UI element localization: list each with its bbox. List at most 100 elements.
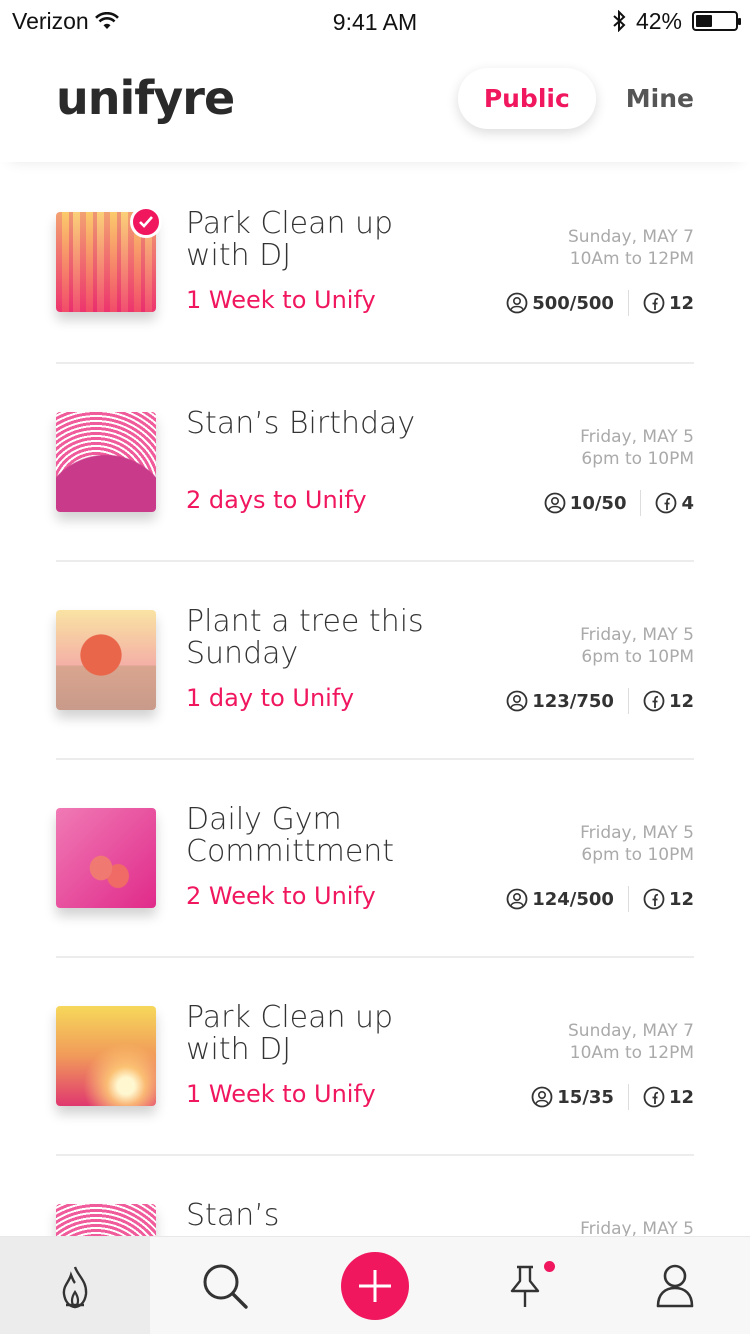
event-countdown: 2 days to Unify xyxy=(186,486,367,514)
facebook-icon xyxy=(643,292,665,314)
event-hours: 6pm to 10PM xyxy=(581,647,694,667)
profile-icon xyxy=(656,1264,694,1307)
battery-level xyxy=(696,15,712,27)
event-title: Park Clean up with DJ xyxy=(186,206,394,273)
feed-toggle: Public Mine xyxy=(457,67,694,129)
stat-divider xyxy=(627,886,629,912)
event-schedule: Friday, MAY 5 6pm to 10PM xyxy=(580,426,694,470)
event-countdown: 2 Week to Unify xyxy=(186,882,376,910)
share-stat: 12 xyxy=(643,292,694,314)
event-schedule: Friday, MAY 5 6pm to 10PM xyxy=(580,822,694,866)
event-stats: 500/500 12 xyxy=(506,290,694,316)
event-title: Park Clean up with DJ xyxy=(186,1000,394,1067)
share-count: 12 xyxy=(668,690,694,712)
attendee-count: 10/50 xyxy=(569,492,627,514)
tab-pinned[interactable] xyxy=(450,1237,600,1334)
event-schedule: Sunday, MAY 7 10Am to 12PM xyxy=(568,226,694,270)
checkmark-icon xyxy=(130,206,162,238)
app-logo: unifyre xyxy=(56,71,235,125)
event-thumbnail xyxy=(56,1006,156,1106)
share-count: 12 xyxy=(668,888,694,910)
event-day: Friday, MAY 5 xyxy=(580,1219,694,1236)
tab-profile[interactable] xyxy=(600,1237,750,1334)
tab-public[interactable]: Public xyxy=(457,67,596,129)
battery-icon xyxy=(692,11,741,31)
event-card[interactable]: Plant a tree this Sunday 1 day to Unify Fr… xyxy=(56,562,694,760)
event-hours: 6pm to 10PM xyxy=(581,449,694,469)
event-day: Friday, MAY 5 xyxy=(580,427,694,447)
share-count: 12 xyxy=(668,292,694,314)
event-list: Park Clean up with DJ 1 Week to Unify Sund… xyxy=(0,164,750,1236)
event-title: Daily Gym Committment xyxy=(186,802,395,869)
attendee-stat: 15/35 xyxy=(531,1086,614,1108)
share-count: 4 xyxy=(681,492,694,514)
event-countdown: 1 Week to Unify xyxy=(186,286,376,314)
stat-divider xyxy=(627,290,629,316)
attendee-stat: 123/750 xyxy=(506,690,614,712)
facebook-icon xyxy=(643,1086,665,1108)
event-card[interactable]: Park Clean up with DJ 1 Week to Unify Sund… xyxy=(56,164,694,364)
bottom-tab-bar xyxy=(0,1236,750,1334)
event-card[interactable]: Stan’s Birthday 2 days to Unify Friday, MA… xyxy=(56,364,694,562)
share-stat: 12 xyxy=(643,888,694,910)
event-thumbnail xyxy=(56,1204,156,1236)
event-day: Friday, MAY 5 xyxy=(580,823,694,843)
event-card[interactable]: Park Clean up with DJ 1 Week to Unify Sund… xyxy=(56,958,694,1156)
add-icon xyxy=(359,1269,391,1302)
event-schedule: Sunday, MAY 7 10Am to 12PM xyxy=(568,1020,694,1064)
attendee-count: 500/500 xyxy=(532,292,614,314)
event-title: Stan’s Birthday xyxy=(186,406,416,441)
tab-feed[interactable] xyxy=(0,1237,150,1334)
add-event-button[interactable] xyxy=(341,1251,409,1320)
attendee-count: 124/500 xyxy=(532,888,614,910)
event-thumbnail xyxy=(56,610,156,710)
flame-icon xyxy=(62,1266,88,1308)
stat-divider xyxy=(640,490,642,516)
people-icon xyxy=(531,1086,553,1108)
stat-divider xyxy=(627,1084,629,1110)
status-time: 9:41 AM xyxy=(332,9,418,35)
people-icon xyxy=(506,888,528,910)
facebook-icon xyxy=(643,888,665,910)
event-title: Stan’s xyxy=(186,1198,280,1233)
tab-add[interactable] xyxy=(300,1237,450,1334)
event-stats: 124/500 12 xyxy=(506,886,694,912)
event-schedule: Friday, MAY 5 6pm to 10PM xyxy=(580,624,694,668)
facebook-icon xyxy=(656,492,677,514)
share-stat: 4 xyxy=(655,492,694,514)
event-countdown: 1 day to Unify xyxy=(186,684,355,712)
event-day: Friday, MAY 5 xyxy=(580,625,694,645)
share-stat: 12 xyxy=(643,690,694,712)
event-card[interactable]: Daily Gym Committment 2 Week to Unify Frid… xyxy=(56,760,694,958)
event-hours: 10Am to 12PM xyxy=(569,249,694,269)
event-stats: 123/750 12 xyxy=(506,688,694,714)
people-icon xyxy=(544,492,566,514)
people-icon xyxy=(506,292,528,314)
attendee-stat: 10/50 xyxy=(544,492,627,514)
attendee-count: 123/750 xyxy=(532,690,614,712)
share-stat: 12 xyxy=(643,1086,694,1108)
event-stats: 15/35 12 xyxy=(531,1084,694,1110)
attendee-stat: 124/500 xyxy=(506,888,614,910)
event-card[interactable]: Stan’s Friday, MAY 5 xyxy=(56,1156,694,1236)
event-schedule: Friday, MAY 5 xyxy=(580,1218,694,1236)
app-header: unifyre Public Mine xyxy=(0,42,750,162)
search-icon xyxy=(203,1264,248,1309)
pin-icon xyxy=(510,1265,540,1307)
event-thumbnail xyxy=(56,412,156,512)
event-thumbnail xyxy=(56,808,156,908)
tab-search[interactable] xyxy=(150,1237,300,1334)
attendee-stat: 500/500 xyxy=(506,292,614,314)
tab-mine[interactable]: Mine xyxy=(626,68,694,129)
event-hours: 10Am to 12PM xyxy=(569,1043,694,1063)
facebook-icon xyxy=(643,690,665,712)
notification-dot xyxy=(544,1261,555,1272)
status-bar: Verizon 9:41 AM 42% xyxy=(0,0,750,42)
event-title: Plant a tree this Sunday xyxy=(186,604,424,671)
event-countdown: 1 Week to Unify xyxy=(186,1080,376,1108)
event-stats: 10/50 4 xyxy=(544,490,694,516)
event-hours: 6pm to 10PM xyxy=(581,845,694,865)
stat-divider xyxy=(627,688,629,714)
share-count: 12 xyxy=(668,1086,694,1108)
event-day: Sunday, MAY 7 xyxy=(568,227,694,247)
